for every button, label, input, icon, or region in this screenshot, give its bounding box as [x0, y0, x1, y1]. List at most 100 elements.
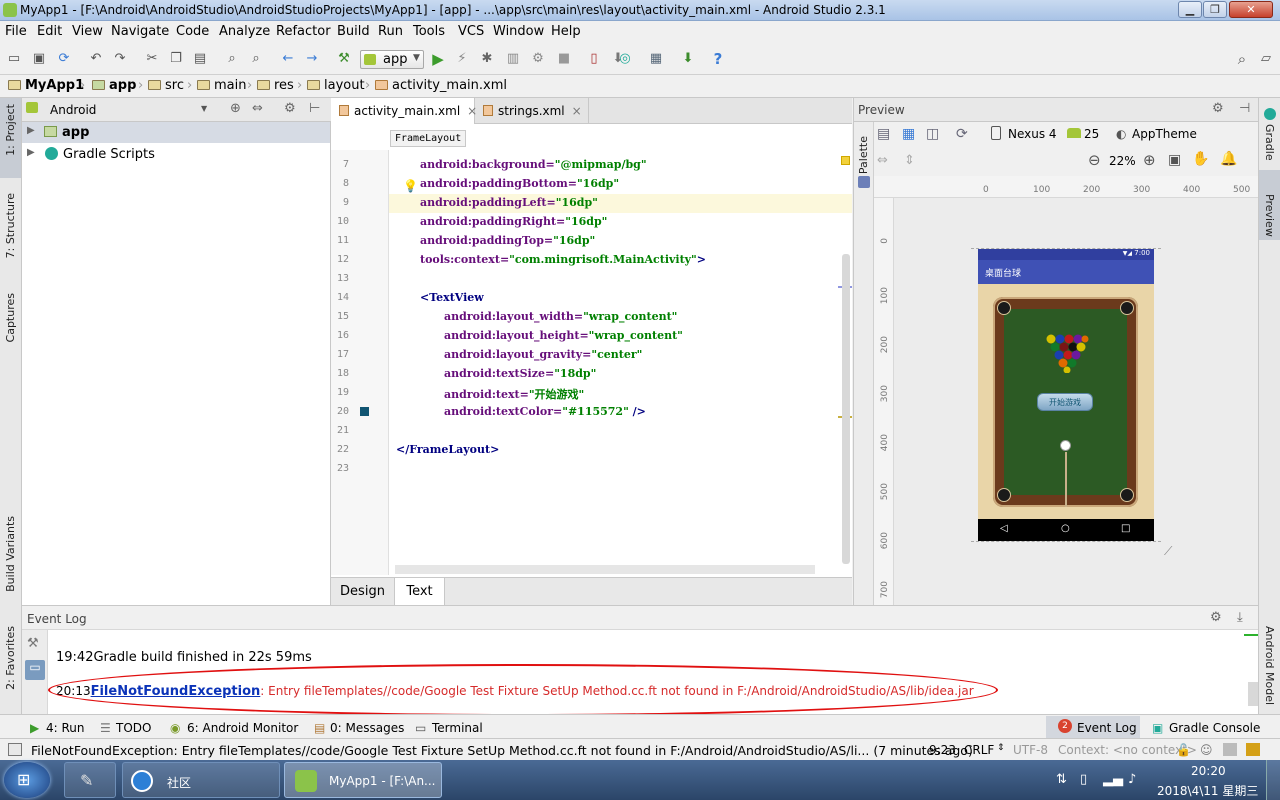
- warning-bell-icon[interactable]: 🔔: [1220, 151, 1237, 167]
- code-area[interactable]: 7 android:background="@mipmap/bg" 8 android…: [331, 156, 852, 566]
- inspector-icon[interactable]: ☺: [1200, 743, 1213, 757]
- menu-edit[interactable]: Edit: [37, 24, 62, 39]
- menu-file[interactable]: File: [5, 24, 27, 39]
- tab-strings[interactable]: strings.xml ×: [475, 98, 589, 124]
- file-encoding[interactable]: UTF-8: [1013, 743, 1048, 757]
- menu-view[interactable]: View: [72, 24, 103, 39]
- horizontal-scrollbar[interactable]: [395, 565, 815, 574]
- exception-link[interactable]: FileNotFoundException: [91, 684, 261, 699]
- save-icon[interactable]: ▣: [31, 51, 47, 67]
- back-icon[interactable]: ←: [280, 51, 296, 67]
- tool-tab-event-log[interactable]: Event Log: [1077, 721, 1137, 735]
- menu-analyze[interactable]: Analyze: [219, 24, 270, 39]
- clock-date[interactable]: 2018\4\11 星期三: [1157, 782, 1258, 799]
- color-swatch-icon[interactable]: [360, 407, 369, 416]
- pan-icon[interactable]: ⇔: [877, 153, 888, 168]
- breadcrumb-app[interactable]: app: [92, 78, 136, 93]
- settings-wrench-icon[interactable]: ⚒: [27, 636, 39, 651]
- tool-tab-todo[interactable]: TODO: [116, 721, 151, 735]
- tool-tab-preview[interactable]: Preview: [1263, 194, 1276, 237]
- device-select[interactable]: Nexus 4: [1008, 127, 1057, 141]
- phone-screen[interactable]: 7:00 ▼◢ 桌面台球 开始游戏 ◁ ○ □: [978, 249, 1154, 541]
- caret-position[interactable]: 9:23: [929, 743, 956, 757]
- undo-icon[interactable]: ↶: [88, 51, 104, 67]
- tool-tab-android-monitor[interactable]: 6: Android Monitor: [187, 721, 298, 735]
- blueprint-mode-icon[interactable]: ▦: [902, 126, 915, 142]
- debug-icon[interactable]: ✱: [479, 51, 495, 67]
- event-indicator-icon[interactable]: [1246, 743, 1260, 756]
- tool-tab-gradle[interactable]: Gradle: [1263, 124, 1276, 161]
- project-view-select[interactable]: Android: [50, 103, 96, 117]
- zoom-in-icon[interactable]: ⊕: [1143, 151, 1156, 169]
- hide-icon[interactable]: ⊣: [1239, 101, 1250, 116]
- orientation-icon[interactable]: ⟳: [956, 126, 968, 142]
- resize-icon[interactable]: ⇕: [904, 153, 915, 168]
- zoom-fit-icon[interactable]: ▣: [1168, 152, 1181, 168]
- menu-code[interactable]: Code: [176, 24, 209, 39]
- event-log-scrollbar[interactable]: [1248, 682, 1258, 706]
- line-separator[interactable]: CRLF: [964, 743, 994, 757]
- tool-tab-favorites[interactable]: 2: Favorites: [4, 626, 17, 690]
- zoom-out-icon[interactable]: ⊖: [1088, 151, 1101, 169]
- vertical-scrollbar[interactable]: [842, 254, 850, 564]
- sync-gradle-icon[interactable]: ◎: [617, 51, 633, 67]
- cut-icon[interactable]: ✂: [144, 51, 160, 67]
- menu-help[interactable]: Help: [551, 24, 581, 39]
- apply-changes-icon[interactable]: ⚡: [454, 51, 470, 67]
- stop-icon[interactable]: ■: [556, 51, 572, 67]
- help-icon[interactable]: ?: [710, 51, 726, 67]
- palette-tab[interactable]: Palette: [857, 136, 870, 174]
- menu-run[interactable]: Run: [378, 24, 403, 39]
- tool-tab-captures[interactable]: Captures: [4, 293, 17, 342]
- gear-icon[interactable]: ⚙: [1212, 101, 1224, 116]
- pan-hand-icon[interactable]: ✋: [1192, 151, 1209, 167]
- tab-design[interactable]: Design: [331, 578, 395, 605]
- hide-icon[interactable]: ⊢: [309, 101, 320, 116]
- gear-icon[interactable]: ⚙: [284, 101, 296, 116]
- breadcrumb-file[interactable]: activity_main.xml: [375, 78, 507, 93]
- close-tab-icon[interactable]: ×: [572, 104, 582, 118]
- tab-text[interactable]: Text: [395, 578, 445, 605]
- copy-icon[interactable]: ❐: [168, 51, 184, 67]
- menu-navigate[interactable]: Navigate: [111, 24, 169, 39]
- menu-window[interactable]: Window: [493, 24, 544, 39]
- tool-tab-structure[interactable]: 7: Structure: [4, 193, 17, 258]
- redo-icon[interactable]: ↷: [112, 51, 128, 67]
- find-icon[interactable]: ⌕: [224, 51, 240, 67]
- sync-icon[interactable]: ⟳: [56, 51, 72, 67]
- breadcrumb-layout[interactable]: layout: [307, 78, 365, 93]
- tool-windows-icon[interactable]: [8, 743, 22, 756]
- menu-tools[interactable]: Tools: [413, 24, 445, 39]
- xml-tag-tooltip[interactable]: FrameLayout: [390, 130, 467, 147]
- search-everywhere-icon[interactable]: ⌕: [1234, 51, 1250, 67]
- tree-item-gradle-row[interactable]: ▶ Gradle Scripts: [22, 144, 330, 165]
- battery-tray-icon[interactable]: ▯: [1080, 772, 1087, 787]
- tool-tab-messages[interactable]: 0: Messages: [330, 721, 404, 735]
- breadcrumb-myapp1[interactable]: MyApp1: [8, 78, 84, 93]
- chevron-down-icon[interactable]: ▼: [201, 104, 207, 113]
- scroll-from-source-icon[interactable]: ⊕: [230, 101, 241, 116]
- start-button[interactable]: ⊞: [4, 762, 50, 798]
- replace-icon[interactable]: ⌕: [248, 51, 264, 67]
- android-device-monitor-icon[interactable]: ⬇: [680, 51, 696, 67]
- lightbulb-icon[interactable]: 💡: [403, 179, 418, 193]
- forward-icon[interactable]: →: [304, 51, 320, 67]
- run-icon[interactable]: ▶: [430, 51, 446, 67]
- design-mode-icon[interactable]: ▤: [877, 126, 890, 142]
- gear-icon[interactable]: ⚙: [1210, 610, 1222, 625]
- maximize-button[interactable]: ❐: [1203, 1, 1227, 18]
- open-folder-icon[interactable]: ▭: [6, 51, 22, 67]
- collapse-all-icon[interactable]: ⇔: [252, 101, 263, 116]
- signal-tray-icon[interactable]: ▂▄: [1103, 772, 1123, 787]
- both-mode-icon[interactable]: ◫: [926, 126, 939, 142]
- clock-time[interactable]: 20:20: [1191, 764, 1226, 778]
- breadcrumb-src[interactable]: src: [148, 78, 184, 93]
- warning-marker[interactable]: [841, 156, 850, 165]
- avd-manager-icon[interactable]: ▯: [586, 51, 602, 67]
- project-structure-icon[interactable]: ▦: [648, 51, 664, 67]
- make-project-icon[interactable]: ⚒: [336, 51, 352, 67]
- menu-refactor[interactable]: Refactor: [276, 24, 331, 39]
- resize-handle-icon[interactable]: ⟋: [1164, 544, 1172, 559]
- volume-tray-icon[interactable]: ♪: [1128, 772, 1136, 787]
- tool-tab-gradle-console[interactable]: Gradle Console: [1169, 721, 1260, 735]
